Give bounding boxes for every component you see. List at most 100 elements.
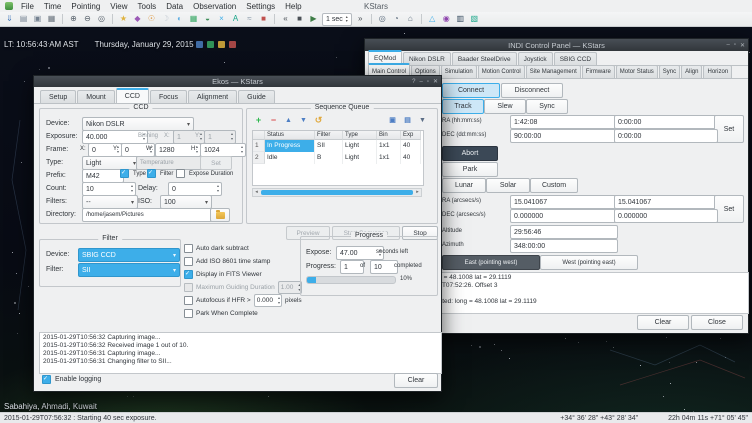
rate-set-button[interactable]: Set bbox=[714, 195, 744, 223]
queue-cell[interactable]: 40 bbox=[401, 140, 421, 152]
save-sequence-icon[interactable]: ▼ bbox=[416, 114, 429, 126]
constellation-names-icon[interactable]: A bbox=[230, 15, 241, 23]
ccd-device-combo[interactable]: Nikon DSLR bbox=[82, 117, 194, 131]
indi-clear-button[interactable]: Clear bbox=[637, 315, 689, 330]
help-icon[interactable]: ? bbox=[412, 79, 415, 85]
time-stop-icon[interactable]: ■ bbox=[294, 15, 305, 23]
filter-select-combo[interactable]: SII bbox=[78, 263, 180, 277]
prefix-type-checkbox[interactable]: Type bbox=[120, 169, 146, 178]
dec-rate-target-input[interactable]: 0.000000 bbox=[614, 209, 718, 223]
ekos-tab-alignment[interactable]: Alignment bbox=[188, 90, 237, 103]
close-icon[interactable]: ✕ bbox=[740, 42, 745, 49]
device-tab-baader-steeldrive[interactable]: Baader SteelDrive bbox=[452, 52, 517, 65]
flags-icon[interactable]: ■ bbox=[258, 15, 269, 23]
ekos-icon[interactable]: ◉ bbox=[441, 15, 452, 23]
remove-job-icon[interactable]: − bbox=[267, 114, 280, 126]
menu-file[interactable]: File bbox=[16, 1, 39, 12]
zoom-out-icon[interactable]: ⊖ bbox=[82, 15, 93, 23]
directory-input[interactable]: /home/jasem/Pictures bbox=[82, 208, 214, 222]
checkbox[interactable] bbox=[184, 283, 193, 292]
checkbox[interactable] bbox=[176, 169, 185, 178]
option-park-when-complete[interactable]: Park When Complete bbox=[184, 307, 304, 320]
queue-cell[interactable]: B bbox=[315, 152, 343, 164]
lunar-button[interactable]: Lunar bbox=[442, 178, 486, 193]
menu-pointing[interactable]: Pointing bbox=[66, 1, 105, 12]
queue-cell[interactable]: SII bbox=[315, 140, 343, 152]
location-infobox[interactable]: Sabahiya, Ahmadi, Kuwait bbox=[4, 402, 97, 411]
add-job-icon[interactable]: + bbox=[252, 114, 265, 126]
coordinate-grid-icon[interactable]: ▦ bbox=[188, 15, 199, 23]
queue-horizontal-scrollbar[interactable]: ◂ ▸ bbox=[252, 188, 422, 197]
option-spinbox[interactable]: 0.000 bbox=[254, 294, 282, 307]
ekos-tab-focus[interactable]: Focus bbox=[150, 90, 187, 103]
indi-tab-firmware[interactable]: Firmware bbox=[582, 65, 615, 78]
scrollbar-thumb[interactable] bbox=[261, 190, 413, 195]
custom-button[interactable]: Custom bbox=[530, 178, 578, 193]
scroll-left-icon[interactable]: ◂ bbox=[253, 190, 260, 195]
milky-way-icon[interactable]: ≈ bbox=[244, 15, 255, 23]
queue-cell[interactable]: 2 bbox=[253, 152, 265, 164]
moon-icon[interactable]: ☽ bbox=[160, 15, 171, 23]
infobox-icon-blue[interactable] bbox=[196, 41, 203, 48]
indi-tab-horizon[interactable]: Horizon bbox=[703, 65, 732, 78]
ekos-tab-guide[interactable]: Guide bbox=[238, 90, 275, 103]
stars-icon[interactable]: ★ bbox=[118, 15, 129, 23]
indi-tab-sync[interactable]: Sync bbox=[659, 65, 680, 78]
move-job-down-icon[interactable]: ▼ bbox=[297, 114, 310, 126]
download-data-icon[interactable]: ⇓ bbox=[4, 15, 15, 23]
device-tab-nikon-dslr[interactable]: Nikon DSLR bbox=[403, 52, 451, 65]
zoom-in-icon[interactable]: ⊕ bbox=[68, 15, 79, 23]
sync-button[interactable]: Sync bbox=[526, 99, 568, 114]
indi-tab-motion-control[interactable]: Motion Control bbox=[478, 65, 525, 78]
set-time-icon[interactable]: ◔ bbox=[391, 15, 402, 23]
time-rewind-icon[interactable]: « bbox=[280, 15, 291, 23]
queue-cell[interactable]: 1x1 bbox=[377, 152, 401, 164]
checkbox[interactable] bbox=[184, 296, 193, 305]
solar-button[interactable]: Solar bbox=[486, 178, 530, 193]
infobox-icon-green[interactable] bbox=[207, 41, 214, 48]
checkbox[interactable] bbox=[184, 257, 193, 266]
constellation-lines-icon[interactable]: × bbox=[216, 15, 227, 23]
fits-viewer-icon[interactable]: ▧ bbox=[469, 15, 480, 23]
option-add-iso-8601-time-stamp[interactable]: Add ISO 8601 time stamp bbox=[184, 255, 304, 268]
ekos-tab-ccd[interactable]: CCD bbox=[116, 88, 149, 103]
option-autofocus-if-hfr[interactable]: Autofocus if HFR >0.000pixels bbox=[184, 294, 304, 307]
abort-button[interactable]: Abort bbox=[442, 146, 498, 161]
indi-tab-simulation[interactable]: Simulation bbox=[441, 65, 477, 78]
open-sequence-icon[interactable]: ▤ bbox=[401, 114, 414, 126]
queue-cell[interactable]: 1x1 bbox=[377, 140, 401, 152]
delay-spinbox[interactable]: 0 bbox=[168, 182, 222, 196]
menu-tools[interactable]: Tools bbox=[133, 1, 162, 12]
indi-tab-motor-status[interactable]: Motor Status bbox=[616, 65, 658, 78]
sequence-queue-table[interactable]: StatusFilterTypeBinExp1In ProgressSIILig… bbox=[252, 130, 424, 186]
checkbox[interactable] bbox=[184, 244, 193, 253]
indi-titlebar[interactable]: INDI Control Panel — KStars – ▫ ✕ bbox=[365, 39, 748, 51]
checkbox[interactable] bbox=[120, 169, 129, 178]
slew-button[interactable]: Slew bbox=[484, 99, 526, 114]
close-icon[interactable]: ✕ bbox=[433, 78, 438, 85]
maximize-icon[interactable]: ▫ bbox=[734, 42, 736, 48]
option-display-in-fits-viewer[interactable]: Display in FITS Viewer bbox=[184, 268, 304, 281]
connect-button[interactable]: Connect bbox=[442, 83, 500, 98]
device-tab-joystick[interactable]: Joystick bbox=[518, 52, 553, 65]
ra-rate-target-input[interactable]: 15.041067 bbox=[614, 195, 718, 209]
open-fits-icon[interactable]: ▤ bbox=[18, 15, 29, 23]
indi-control-panel-icon[interactable]: ▥ bbox=[455, 15, 466, 23]
checkbox[interactable] bbox=[42, 375, 51, 384]
ekos-titlebar[interactable]: Ekos — KStars ? – ▫ ✕ bbox=[34, 76, 441, 87]
prefix-input[interactable]: M42 bbox=[82, 169, 124, 183]
time-step-spinbox[interactable]: 1 sec bbox=[322, 13, 352, 26]
telescope-wizard-icon[interactable]: △ bbox=[427, 15, 438, 23]
indi-tab-align[interactable]: Align bbox=[681, 65, 702, 78]
prefix-filter-checkbox[interactable]: Filter bbox=[147, 169, 173, 178]
indi-close-button[interactable]: Close bbox=[691, 315, 743, 330]
frame-h-spinbox[interactable]: 1024 bbox=[200, 143, 246, 157]
ground-horizon-icon[interactable]: ◒ bbox=[202, 15, 213, 23]
queue-cell[interactable]: In Progress bbox=[265, 140, 315, 152]
ra-target-input[interactable]: 0:00:00 bbox=[614, 115, 718, 129]
pier-east-button[interactable]: East (pointing west) bbox=[442, 255, 540, 270]
enable-logging-checkbox[interactable]: Enable logging bbox=[42, 375, 101, 384]
infobox-icon-yellow[interactable] bbox=[218, 41, 225, 48]
track-button[interactable]: Track bbox=[442, 99, 484, 114]
infobox-icon-red[interactable] bbox=[229, 41, 236, 48]
